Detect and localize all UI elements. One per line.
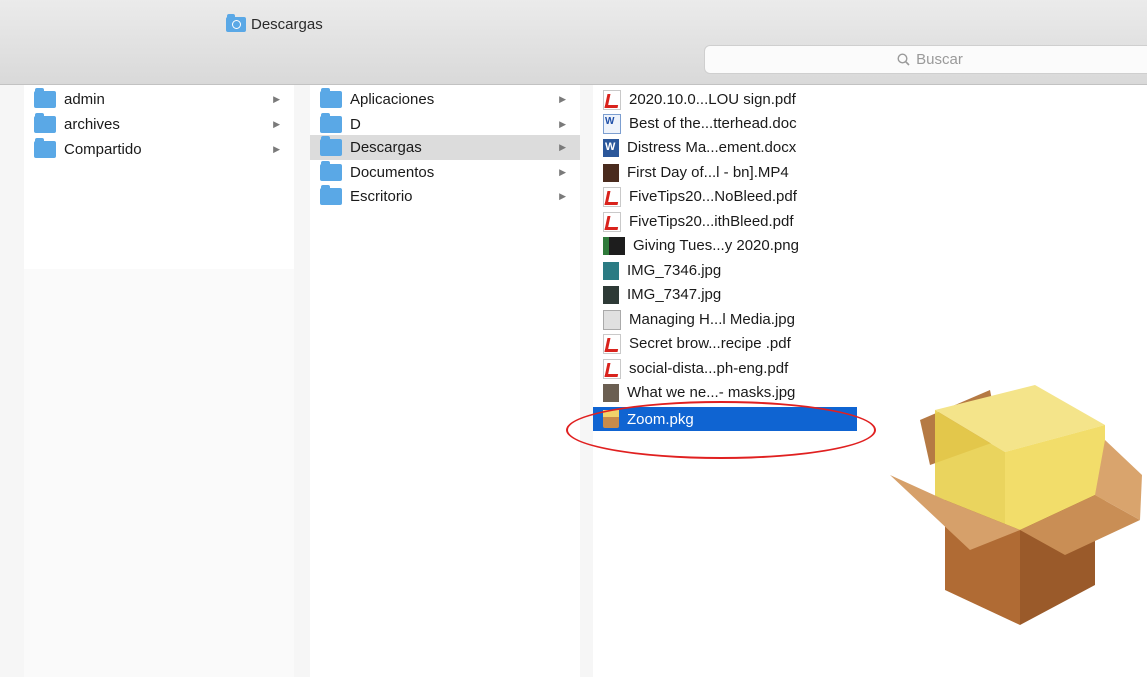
- image-icon: [603, 285, 619, 304]
- folder-icon: [34, 138, 56, 158]
- file-item-label: 2020.10.0...LOU sign.pdf: [629, 91, 796, 108]
- highlight-ellipse: [566, 401, 876, 459]
- list-item-escritorio[interactable]: Escritorio ▶: [310, 184, 580, 209]
- file-item-label: Managing H...l Media.jpg: [629, 311, 795, 328]
- column-home-folders: Aplicaciones ▶ D ▶ Descargas ▶ Documento…: [310, 85, 580, 677]
- file-item[interactable]: Distress Ma...ement.docx: [593, 135, 857, 160]
- folder-icon: [320, 113, 342, 133]
- sidebar-gutter: [0, 85, 24, 677]
- file-item[interactable]: social-dista...ph-eng.pdf: [593, 356, 857, 381]
- downloads-folder-icon: [226, 13, 246, 32]
- file-item[interactable]: IMG_7346.jpg: [593, 258, 857, 283]
- file-item-label: What we ne...- masks.jpg: [627, 384, 796, 401]
- window-title: Descargas: [226, 13, 323, 34]
- folder-icon: [34, 113, 56, 133]
- image-icon: [603, 309, 621, 330]
- chevron-right-icon: ▶: [559, 94, 566, 104]
- pdf-icon: [603, 333, 621, 354]
- file-item-label: FiveTips20...ithBleed.pdf: [629, 213, 794, 230]
- folder-icon: [34, 88, 56, 108]
- word-doc-icon: [603, 113, 621, 134]
- list-item-label: Documentos: [350, 164, 435, 181]
- image-icon: [603, 383, 619, 402]
- file-item[interactable]: Secret brow...recipe .pdf: [593, 331, 857, 356]
- list-item-aplicaciones[interactable]: Aplicaciones ▶: [310, 87, 580, 112]
- video-icon: [603, 163, 619, 182]
- column-gutter: [294, 85, 310, 677]
- file-item-label: IMG_7346.jpg: [627, 262, 722, 279]
- file-item-label: Best of the...tterhead.doc: [629, 115, 797, 132]
- documents-folder-icon: [320, 161, 342, 181]
- search-field[interactable]: Buscar: [704, 45, 1147, 74]
- list-item-admin[interactable]: admin ▶: [24, 87, 294, 112]
- file-item[interactable]: Giving Tues...y 2020.png: [593, 233, 857, 258]
- search-placeholder: Buscar: [916, 51, 963, 68]
- list-item-label: Escritorio: [350, 188, 413, 205]
- applications-folder-icon: [320, 88, 342, 108]
- downloads-folder-icon: [320, 136, 342, 156]
- image-icon: [603, 261, 619, 280]
- list-item-compartido[interactable]: Compartido ▶: [24, 137, 294, 162]
- list-item-archives[interactable]: archives ▶: [24, 112, 294, 137]
- pdf-icon: [603, 211, 621, 232]
- chevron-right-icon: ▶: [559, 119, 566, 129]
- list-item-label: Descargas: [350, 139, 422, 156]
- file-item[interactable]: Managing H...l Media.jpg: [593, 307, 857, 332]
- chevron-right-icon: ▶: [273, 119, 280, 129]
- file-item-label: Distress Ma...ement.docx: [627, 139, 797, 156]
- chevron-right-icon: ▶: [559, 142, 566, 152]
- file-item[interactable]: FiveTips20...NoBleed.pdf: [593, 184, 857, 209]
- finder-toolbar: Descargas Buscar: [0, 0, 1147, 85]
- search-icon: [897, 53, 910, 66]
- image-icon: [603, 236, 625, 255]
- list-item-label: Compartido: [64, 141, 142, 158]
- file-item-label: FiveTips20...NoBleed.pdf: [629, 188, 797, 205]
- list-item-label: D: [350, 116, 361, 133]
- file-item[interactable]: IMG_7347.jpg: [593, 282, 857, 307]
- file-item-label: social-dista...ph-eng.pdf: [629, 360, 789, 377]
- file-item[interactable]: 2020.10.0...LOU sign.pdf: [593, 87, 857, 112]
- column-downloads-files: 2020.10.0...LOU sign.pdf Best of the...t…: [593, 85, 857, 677]
- file-item-label: Giving Tues...y 2020.png: [633, 237, 799, 254]
- pdf-icon: [603, 358, 621, 379]
- file-item[interactable]: FiveTips20...ithBleed.pdf: [593, 209, 857, 234]
- file-item-label: Secret brow...recipe .pdf: [629, 335, 791, 352]
- list-item-descargas[interactable]: Descargas ▶: [310, 135, 580, 160]
- file-item-label: IMG_7347.jpg: [627, 286, 722, 303]
- column-user-folders: admin ▶ archives ▶ Compartido ▶: [24, 85, 294, 677]
- file-item-label: First Day of...l - bn].MP4: [627, 164, 789, 181]
- package-preview-icon: [880, 380, 1145, 640]
- file-item[interactable]: First Day of...l - bn].MP4: [593, 160, 857, 185]
- list-item-d[interactable]: D ▶: [310, 112, 580, 137]
- list-item-documentos[interactable]: Documentos ▶: [310, 160, 580, 185]
- pdf-icon: [603, 89, 621, 110]
- desktop-folder-icon: [320, 185, 342, 205]
- chevron-right-icon: ▶: [559, 167, 566, 177]
- column-gutter: [580, 85, 593, 677]
- list-item-label: Aplicaciones: [350, 91, 435, 108]
- word-docx-icon: [603, 138, 619, 157]
- chevron-right-icon: ▶: [273, 144, 280, 154]
- window-title-label: Descargas: [251, 15, 323, 33]
- list-item-label: archives: [64, 116, 120, 133]
- list-item-label: admin: [64, 91, 105, 108]
- pdf-icon: [603, 186, 621, 207]
- file-item[interactable]: Best of the...tterhead.doc: [593, 111, 857, 136]
- column-empty-area: [24, 269, 294, 677]
- chevron-right-icon: ▶: [559, 191, 566, 201]
- chevron-right-icon: ▶: [273, 94, 280, 104]
